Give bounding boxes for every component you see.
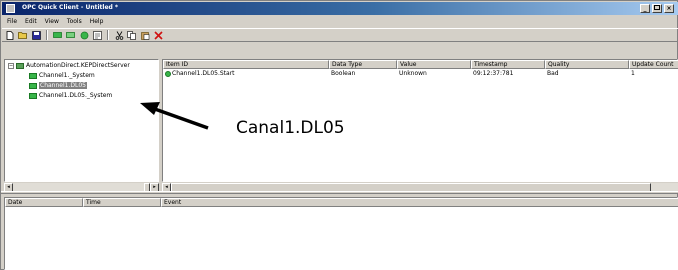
- tree-item-channel1-dl05-system[interactable]: Channel1.DL05._System: [29, 92, 112, 99]
- column-header-update-count[interactable]: Update Count: [629, 60, 678, 69]
- tree-item-label: Channel1._System: [39, 72, 95, 79]
- paste-icon[interactable]: [140, 30, 150, 40]
- item-list-header: Item ID Data Type Value Timestamp Qualit…: [163, 60, 678, 69]
- cell-quality: Bad: [547, 70, 559, 77]
- column-header-value[interactable]: Value: [397, 60, 471, 69]
- toolbar: [2, 28, 678, 42]
- cut-icon[interactable]: [114, 30, 124, 40]
- new-icon[interactable]: [5, 30, 15, 40]
- new-server-icon[interactable]: [53, 30, 63, 40]
- column-header-timestamp[interactable]: Timestamp: [471, 60, 545, 69]
- table-row[interactable]: Channel1.DL05.Start Boolean Unknown 09:1…: [163, 70, 678, 78]
- delete-icon[interactable]: [153, 30, 163, 40]
- new-group-icon[interactable]: [66, 30, 76, 40]
- cell-value: Unknown: [399, 70, 427, 77]
- server-tree-panel[interactable]: − AutomationDirect.KEPDirectServer Chann…: [4, 59, 159, 182]
- properties-icon[interactable]: [92, 30, 102, 40]
- menu-help[interactable]: Help: [90, 16, 104, 27]
- tree-item-channel1-dl05[interactable]: Channel1.DL05: [29, 82, 87, 89]
- column-header-quality[interactable]: Quality: [545, 60, 629, 69]
- event-log-panel[interactable]: Date Time Event: [4, 197, 678, 270]
- title-bar[interactable]: OPC Quick Client - Untitled * _ ×: [2, 2, 678, 15]
- tree-item-label: Channel1.DL05._System: [39, 92, 113, 99]
- pane-splitter[interactable]: [1, 191, 678, 194]
- toolbar-separator: [107, 30, 109, 40]
- tree-horizontal-scrollbar[interactable]: ◂ ▸: [4, 182, 159, 192]
- minimize-button[interactable]: _: [640, 4, 650, 13]
- menu-edit[interactable]: Edit: [25, 16, 37, 27]
- tree-item-channel1-system[interactable]: Channel1._System: [29, 72, 95, 79]
- cell-item-id: Channel1.DL05.Start: [163, 70, 329, 78]
- maximize-icon: [654, 5, 660, 10]
- group-icon: [29, 72, 37, 79]
- column-header-date[interactable]: Date: [5, 198, 83, 207]
- collapse-icon[interactable]: −: [8, 62, 14, 69]
- cell-timestamp: 09:12:37:781: [473, 70, 514, 77]
- toolbar-separator: [46, 30, 48, 40]
- cell-update-count: 1: [631, 70, 635, 77]
- save-icon[interactable]: [31, 30, 41, 40]
- window-controls: _ ×: [640, 4, 674, 13]
- copy-icon[interactable]: [127, 30, 137, 40]
- item-tag-icon: [165, 70, 171, 77]
- open-icon[interactable]: [18, 30, 28, 40]
- column-header-data-type[interactable]: Data Type: [329, 60, 397, 69]
- server-icon: [16, 62, 24, 69]
- menu-file[interactable]: File: [7, 16, 17, 27]
- column-header-event[interactable]: Event: [161, 198, 678, 207]
- tree-item-label: Channel1.DL05: [39, 82, 87, 89]
- new-item-icon[interactable]: [79, 30, 89, 40]
- group-icon: [29, 82, 37, 89]
- list-horizontal-scrollbar[interactable]: ◂: [162, 182, 678, 192]
- tree-root-label: AutomationDirect.KEPDirectServer: [26, 62, 130, 69]
- group-icon: [29, 92, 37, 99]
- maximize-button[interactable]: [652, 4, 662, 13]
- close-button[interactable]: ×: [664, 4, 674, 13]
- app-icon: [6, 4, 15, 13]
- menu-view[interactable]: View: [45, 16, 59, 27]
- menu-bar: File Edit View Tools Help: [2, 16, 678, 27]
- tree-root[interactable]: − AutomationDirect.KEPDirectServer: [8, 62, 130, 69]
- column-header-item-id[interactable]: Item ID: [163, 60, 329, 69]
- window-title: OPC Quick Client - Untitled *: [22, 4, 119, 11]
- event-log-header: Date Time Event: [5, 198, 678, 207]
- column-header-time[interactable]: Time: [83, 198, 161, 207]
- menu-tools[interactable]: Tools: [67, 16, 82, 27]
- cell-data-type: Boolean: [331, 70, 356, 77]
- callout-label: Canal1.DL05: [236, 118, 345, 138]
